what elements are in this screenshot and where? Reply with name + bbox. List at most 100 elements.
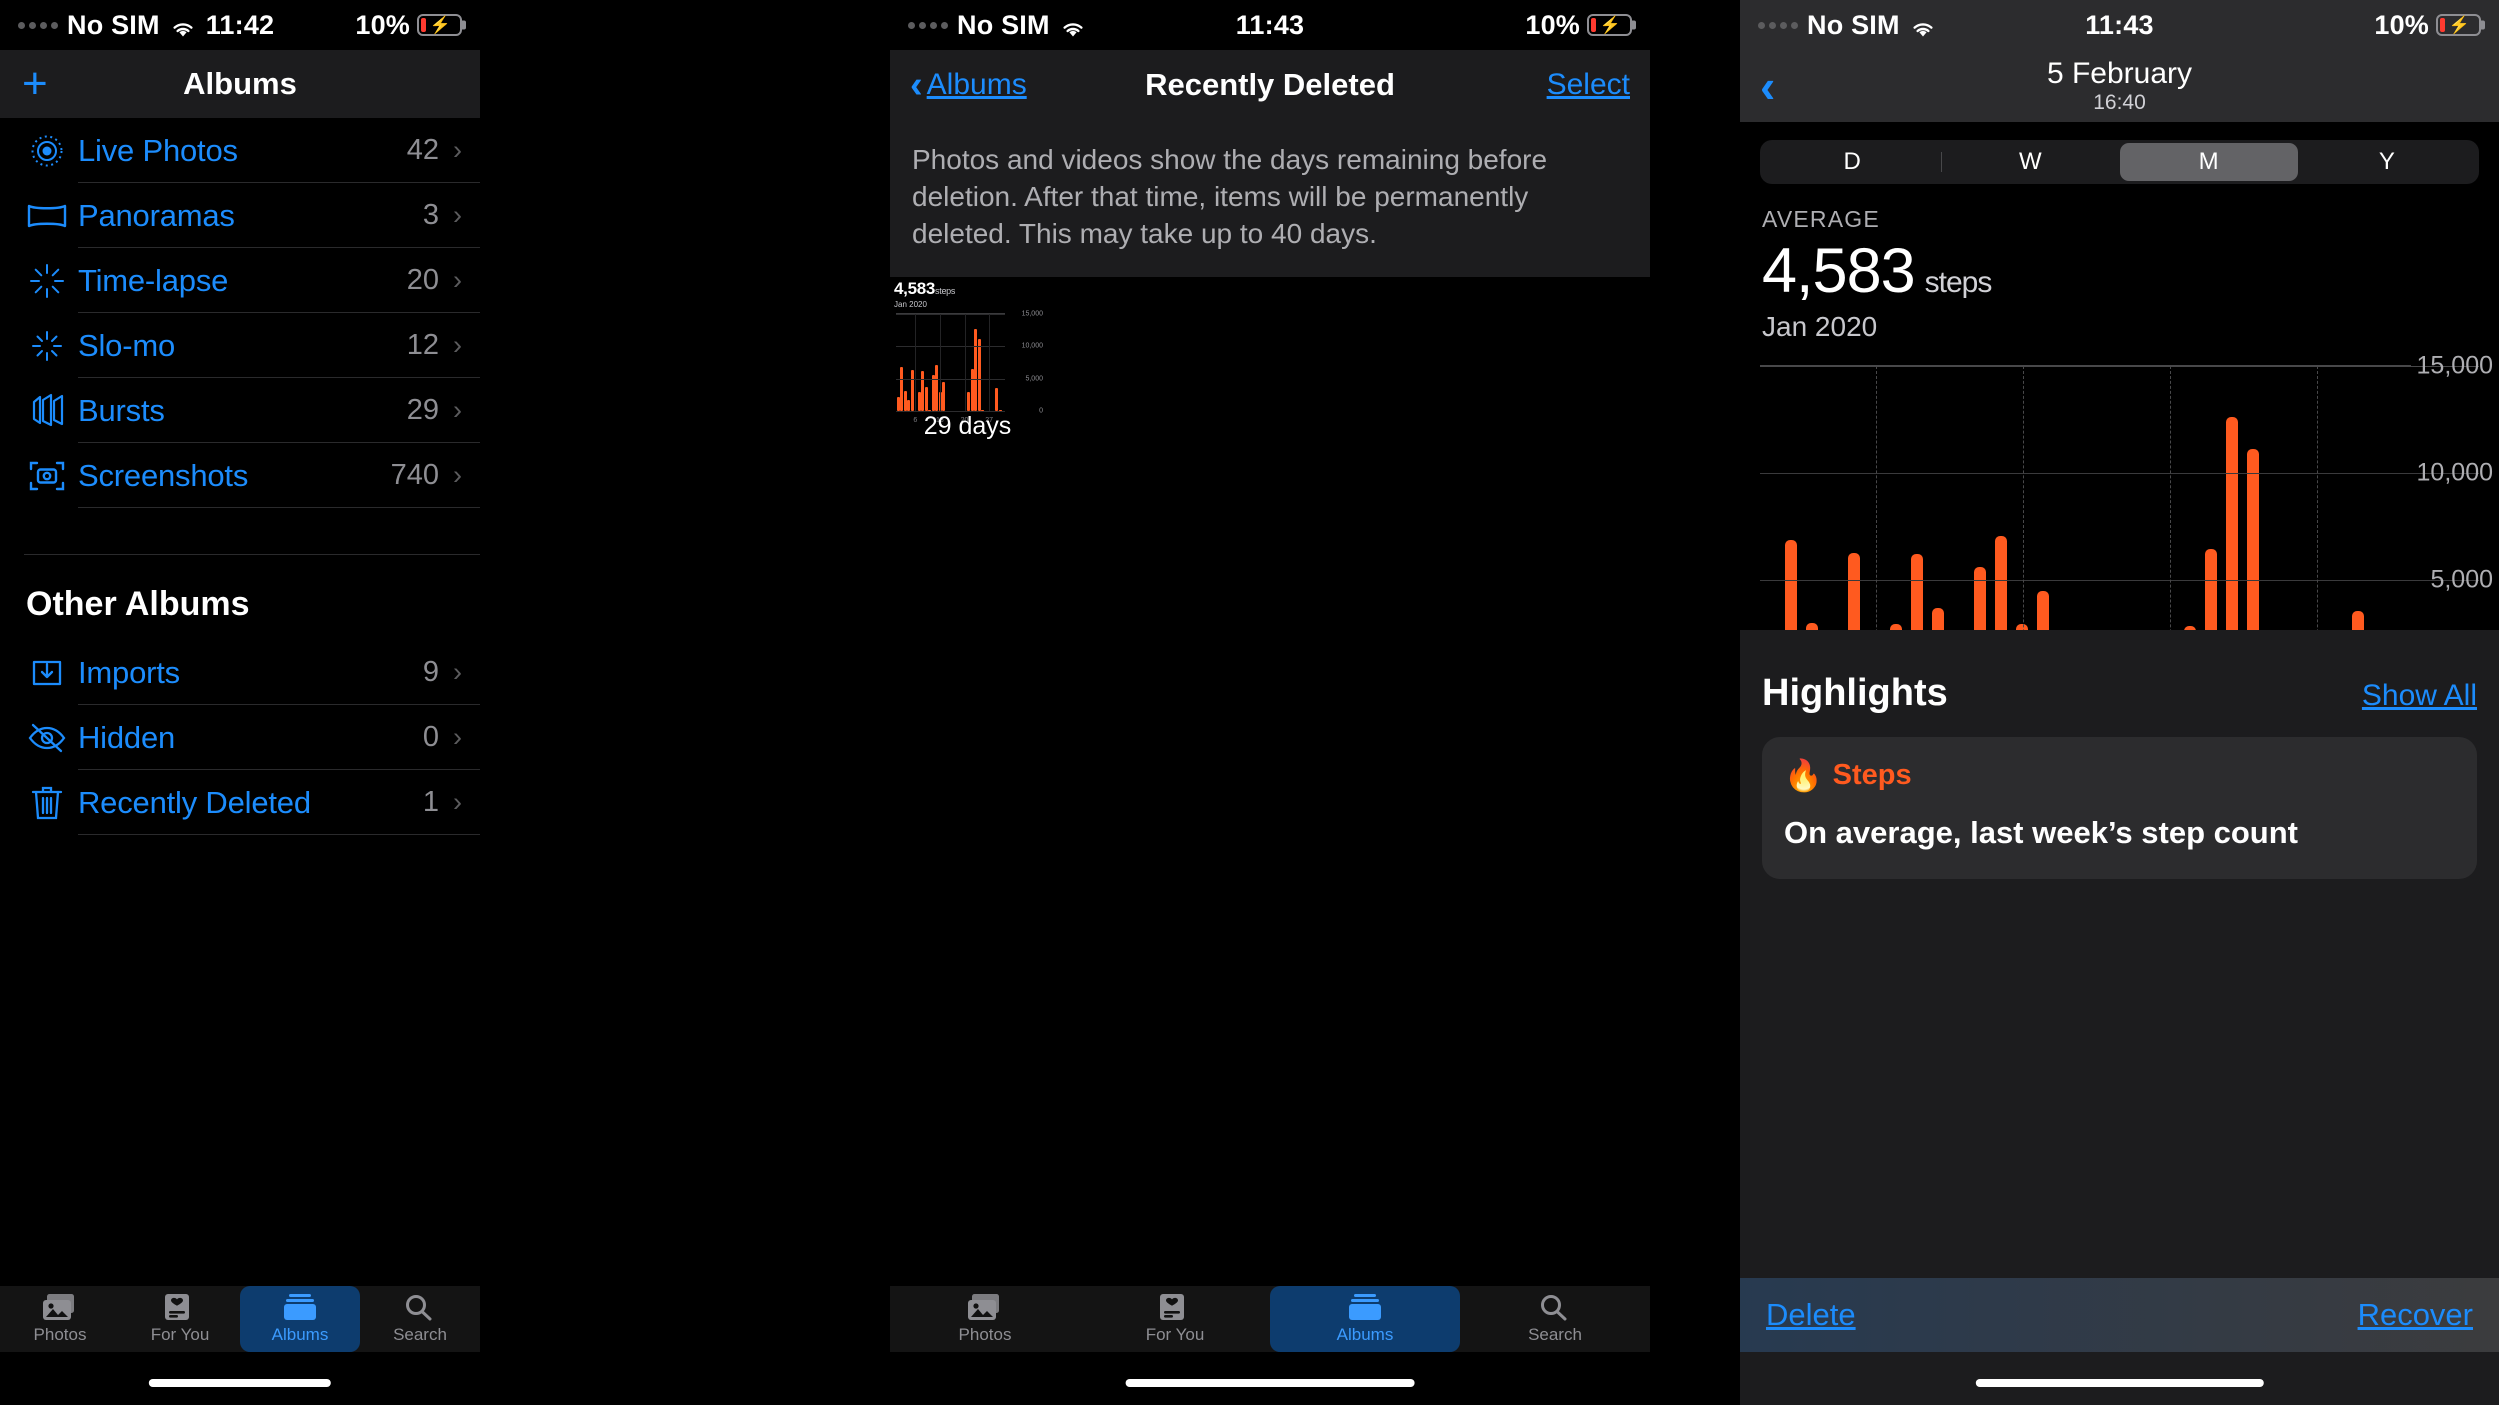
- highlight-card[interactable]: 🔥 Steps On average, last week’s step cou…: [1762, 737, 2477, 879]
- wifi-icon: [169, 15, 197, 37]
- row-divider: [78, 507, 480, 508]
- segment-week[interactable]: W: [1941, 143, 2119, 181]
- tab-photos[interactable]: Photos: [890, 1286, 1080, 1352]
- carrier-label: No SIM: [957, 9, 1050, 40]
- wifi-icon: [1059, 15, 1087, 37]
- signal-dots-icon: [1758, 21, 1798, 29]
- status-left: No SIM: [1758, 10, 1937, 41]
- album-row-hidden[interactable]: Hidden 0 ›: [0, 705, 480, 770]
- health-navbar: ‹ 5 February 16:40: [1740, 50, 2499, 122]
- album-list: Live Photos 42 › Panoramas 3 › Time-laps…: [0, 118, 480, 835]
- album-count: 0: [422, 721, 439, 753]
- average-block: AVERAGE 4,583 steps Jan 2020: [1740, 184, 2499, 343]
- recover-button[interactable]: Recover: [2358, 1297, 2473, 1333]
- chart-y-tick: 15,000: [2416, 351, 2493, 380]
- photo-time: 16:40: [2093, 91, 2146, 114]
- range-segmented-control[interactable]: D W M Y: [1760, 140, 2479, 184]
- mini-month-label: Jan 2020: [894, 299, 927, 309]
- album-row-screenshots[interactable]: Screenshots 740 ›: [0, 443, 480, 508]
- mini-vertical-gridline: [939, 313, 941, 411]
- search-icon: [402, 1293, 438, 1322]
- album-row-imports[interactable]: Imports 9 ›: [0, 640, 480, 705]
- home-indicator: [148, 1379, 332, 1387]
- tab-search[interactable]: Search: [360, 1286, 480, 1352]
- battery-icon: ⚡: [2436, 14, 2481, 36]
- chart-y-tick: 5,000: [2430, 565, 2493, 594]
- battery-percent: 10%: [355, 9, 410, 40]
- battery-percent: 10%: [2374, 9, 2429, 40]
- for-you-icon: [162, 1293, 198, 1322]
- delete-button[interactable]: Delete: [1766, 1297, 1856, 1333]
- bursts-icon: [16, 392, 78, 430]
- tab-albums[interactable]: Albums: [1270, 1286, 1460, 1352]
- slo-mo-icon: [16, 326, 78, 366]
- show-all-button[interactable]: Show All: [2362, 679, 2477, 713]
- screenshots-icon: [16, 457, 78, 495]
- import-icon: [16, 654, 78, 692]
- chart-gridline: [1760, 473, 2479, 474]
- chevron-right-icon: ›: [453, 265, 462, 295]
- deleted-items-grid: 4,583steps Jan 2020 05,00010,00015,00061…: [890, 276, 1650, 477]
- back-to-albums-button[interactable]: ‹ Albums: [910, 63, 1027, 106]
- album-row-bursts[interactable]: Bursts 29 ›: [0, 378, 480, 443]
- chevron-right-icon: ›: [453, 460, 462, 490]
- tab-bar: Photos For You Albums Search: [0, 1286, 480, 1352]
- add-album-button[interactable]: +: [22, 62, 48, 106]
- album-row-time-lapse[interactable]: Time-lapse 20 ›: [0, 248, 480, 313]
- tab-label: Albums: [1336, 1325, 1394, 1344]
- album-label: Imports: [78, 654, 180, 690]
- live-photos-icon: [16, 131, 78, 171]
- range-selector-wrap: D W M Y: [1740, 122, 2499, 184]
- album-count: 740: [390, 459, 439, 491]
- segment-year[interactable]: Y: [2298, 143, 2476, 181]
- segment-day[interactable]: D: [1763, 143, 1941, 181]
- tab-for-you[interactable]: For You: [120, 1286, 240, 1352]
- back-label: Albums: [926, 68, 1027, 101]
- photo-action-toolbar: Delete Recover: [1740, 1278, 2499, 1352]
- status-bar: No SIM 11:43 10% ⚡: [890, 0, 1650, 50]
- chevron-right-icon: ›: [453, 722, 462, 752]
- home-indicator: [1975, 1379, 2264, 1387]
- signal-dots-icon: [18, 21, 58, 29]
- photo-meta: 5 February 16:40: [1740, 57, 2499, 115]
- photos-albums-screenshot: No SIM 11:42 10% ⚡ + Albums Live Photos …: [0, 0, 480, 1405]
- select-button[interactable]: Select: [1547, 68, 1630, 102]
- album-row-live-photos[interactable]: Live Photos 42 ›: [0, 118, 480, 183]
- albums-icon: [282, 1293, 318, 1322]
- album-row-slo-mo[interactable]: Slo-mo 12 ›: [0, 313, 480, 378]
- album-row-panoramas[interactable]: Panoramas 3 ›: [0, 183, 480, 248]
- album-count: 12: [406, 329, 439, 361]
- deleted-item-thumbnail[interactable]: 4,583steps Jan 2020 05,00010,00015,00061…: [890, 276, 1045, 442]
- album-meta: 42 ›: [407, 134, 480, 167]
- tab-albums[interactable]: Albums: [240, 1286, 360, 1352]
- average-caption: AVERAGE: [1762, 206, 1880, 232]
- tab-label: Photos: [33, 1325, 87, 1344]
- mini-vertical-gridline: [989, 313, 991, 411]
- back-button[interactable]: ‹: [1760, 63, 1775, 109]
- tab-label: Search: [393, 1325, 447, 1344]
- chevron-right-icon: ›: [453, 395, 462, 425]
- page-title: Albums: [183, 66, 297, 101]
- album-label: Live Photos: [78, 132, 238, 168]
- chevron-left-icon: ‹: [910, 63, 923, 106]
- tab-photos[interactable]: Photos: [0, 1286, 120, 1352]
- average-number: 4,583: [1762, 236, 1916, 306]
- carrier-label: No SIM: [67, 9, 160, 40]
- album-row-recently-deleted[interactable]: Recently Deleted 1 ›: [0, 770, 480, 835]
- time-lapse-icon: [16, 261, 78, 301]
- tab-search[interactable]: Search: [1460, 1286, 1650, 1352]
- album-meta: 12 ›: [407, 329, 480, 362]
- hidden-eye-icon: [16, 722, 78, 754]
- highlight-text: On average, last week’s step count: [1784, 815, 2298, 850]
- segment-month[interactable]: M: [2119, 143, 2298, 181]
- mini-y-tick: 5,000: [1025, 375, 1043, 383]
- tab-label: Search: [1528, 1325, 1582, 1344]
- tab-for-you[interactable]: For You: [1080, 1286, 1270, 1352]
- panorama-icon: [16, 200, 78, 232]
- mini-chart-bar: [967, 392, 971, 411]
- signal-dots-icon: [908, 21, 948, 29]
- mini-chart-bar: [924, 386, 928, 411]
- carrier-label: No SIM: [1807, 9, 1900, 40]
- mini-chart-bar: [977, 339, 981, 411]
